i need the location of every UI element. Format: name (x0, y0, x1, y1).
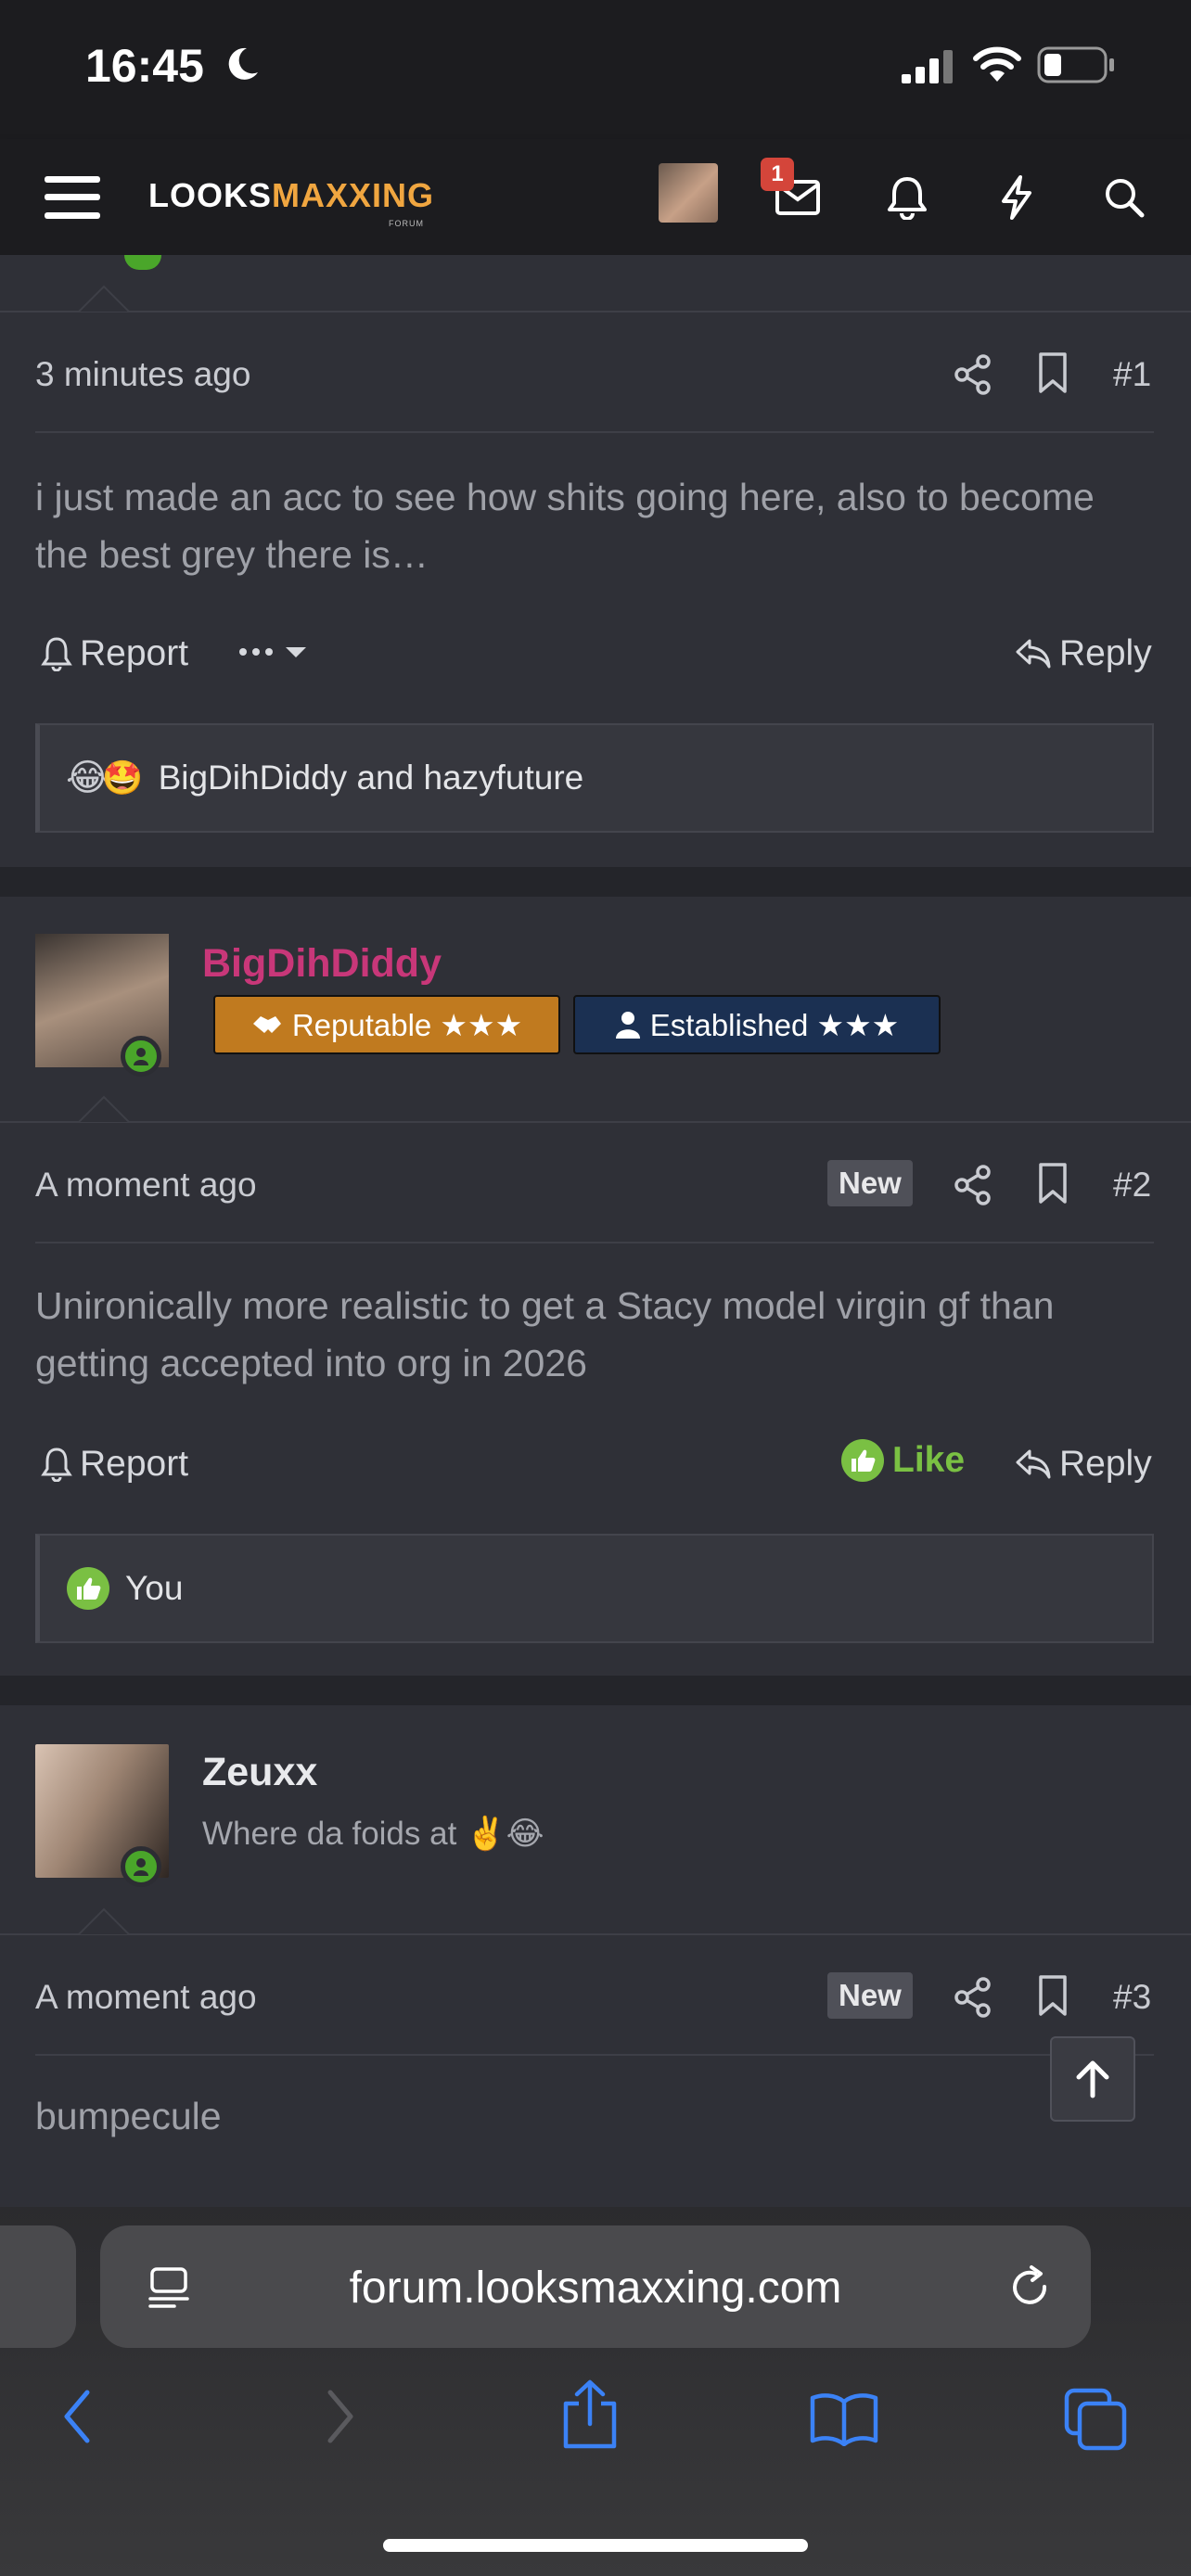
bookmark-icon[interactable] (1037, 1162, 1069, 1205)
new-badge: New (827, 1972, 913, 2019)
reply-icon (1016, 639, 1051, 669)
bookmark-icon[interactable] (1037, 1974, 1069, 2017)
divider (0, 1933, 1191, 1935)
reload-icon[interactable] (1007, 2264, 1054, 2311)
user-avatar-button[interactable] (659, 163, 718, 223)
post-body: Unironically more realistic to get a Sta… (35, 1284, 1055, 1384)
arrow-notch (78, 1095, 130, 1123)
bell-icon (41, 637, 72, 671)
share-icon[interactable] (954, 353, 992, 396)
online-indicator (121, 1846, 161, 1887)
post-timestamp[interactable]: A moment ago (35, 1978, 257, 2017)
post-number[interactable]: #2 (1113, 1166, 1151, 1205)
reactions-users: You (125, 1569, 184, 1607)
signal-icon (902, 50, 953, 83)
post-1-user-strip (0, 255, 1191, 311)
username[interactable]: Zeuxx (202, 1750, 317, 1795)
share-icon[interactable] (954, 1976, 992, 2019)
divider (0, 311, 1191, 312)
post-separator (0, 1676, 1191, 1705)
reputable-badge: Reputable ★★★ (213, 995, 560, 1054)
menu-button[interactable] (37, 139, 108, 255)
reply-button[interactable]: Reply (1015, 633, 1152, 674)
arrow-up-icon (1076, 2060, 1109, 2098)
hamburger-icon (45, 175, 100, 219)
divider (35, 2054, 1154, 2056)
online-indicator (124, 255, 161, 270)
url-text: forum.looksmaxxing.com (349, 2264, 842, 2313)
bookmark-icon[interactable] (1037, 351, 1069, 394)
established-badge: Established ★★★ (573, 995, 941, 1054)
status-bar: 16:45 (0, 0, 1191, 139)
alerts-button[interactable] (879, 139, 935, 255)
user-icon (615, 1012, 640, 1039)
reactions-users: BigDihDiddy and hazyfuture (158, 759, 584, 797)
inbox-button[interactable] (770, 139, 826, 255)
divider (35, 431, 1154, 433)
previous-tab[interactable] (0, 2225, 76, 2348)
reactions-bar[interactable]: 😂 🤩 BigDihDiddy and hazyfuture (35, 723, 1154, 833)
new-badge: New (827, 1160, 913, 1206)
bell-icon (888, 176, 927, 220)
tabs-icon[interactable] (1063, 2387, 1128, 2452)
bookmarks-icon[interactable] (809, 2391, 879, 2446)
post-body: i just made an acc to see how shits goin… (35, 476, 1095, 576)
post-number[interactable]: #3 (1113, 1978, 1151, 2017)
post-1: 3 minutes ago #1 i just made an acc to s… (0, 285, 1191, 867)
lightning-icon (1002, 174, 1031, 220)
star-emoji-icon: 🤩 (101, 759, 144, 797)
post-3: Zeuxx Where da foids at ✌️😂 A moment ago… (0, 1705, 1191, 2207)
divider (0, 1121, 1191, 1123)
whats-new-button[interactable] (989, 139, 1044, 255)
post-2: BigDihDiddy Reputable ★★★ Established ★★… (0, 897, 1191, 1676)
logo-subtitle: FORUM (389, 219, 424, 228)
search-button[interactable] (1096, 139, 1152, 255)
reply-icon (1016, 1449, 1051, 1479)
moon-icon (228, 47, 258, 80)
share-icon[interactable] (954, 1164, 992, 1206)
search-icon (1106, 178, 1145, 217)
post-timestamp[interactable]: A moment ago (35, 1166, 257, 1205)
ellipsis-chevron-icon (239, 647, 306, 657)
forward-icon[interactable] (321, 2389, 358, 2444)
bell-icon (41, 1447, 72, 1482)
post-separator (0, 867, 1191, 897)
thumbs-up-icon (841, 1439, 884, 1482)
post-timestamp[interactable]: 3 minutes ago (35, 355, 250, 394)
back-icon[interactable] (59, 2389, 96, 2444)
share-sheet-icon[interactable] (560, 2379, 620, 2450)
like-button[interactable]: Like (840, 1438, 965, 1483)
report-button[interactable]: Report (41, 1444, 188, 1485)
username[interactable]: BigDihDiddy (202, 941, 442, 987)
wifi-icon (973, 46, 1021, 82)
site-header: LOOKSMAXXING FORUM 1 (0, 139, 1191, 255)
status-time: 16:45 (85, 40, 204, 92)
post-number[interactable]: #1 (1113, 355, 1151, 394)
user-title: Where da foids at ✌️😂 (202, 1816, 544, 1852)
online-indicator (121, 1036, 161, 1077)
scroll-to-top-button[interactable] (1050, 2036, 1135, 2122)
reactions-bar[interactable]: You (35, 1534, 1154, 1643)
more-options-button[interactable] (237, 633, 312, 670)
report-button[interactable]: Report (41, 633, 188, 674)
divider (35, 1242, 1154, 1243)
inbox-badge: 1 (761, 158, 794, 191)
post-body: bumpecule (35, 2095, 222, 2137)
arrow-notch (78, 1907, 130, 1935)
arrow-notch (78, 285, 130, 312)
site-logo[interactable]: LOOKSMAXXING (148, 176, 434, 215)
address-bar[interactable]: forum.looksmaxxing.com (100, 2225, 1091, 2348)
reply-button[interactable]: Reply (1015, 1444, 1152, 1485)
thumbs-up-icon (67, 1567, 109, 1610)
handshake-icon (252, 1016, 281, 1033)
battery-icon (1037, 46, 1114, 83)
home-indicator[interactable] (383, 2539, 808, 2552)
